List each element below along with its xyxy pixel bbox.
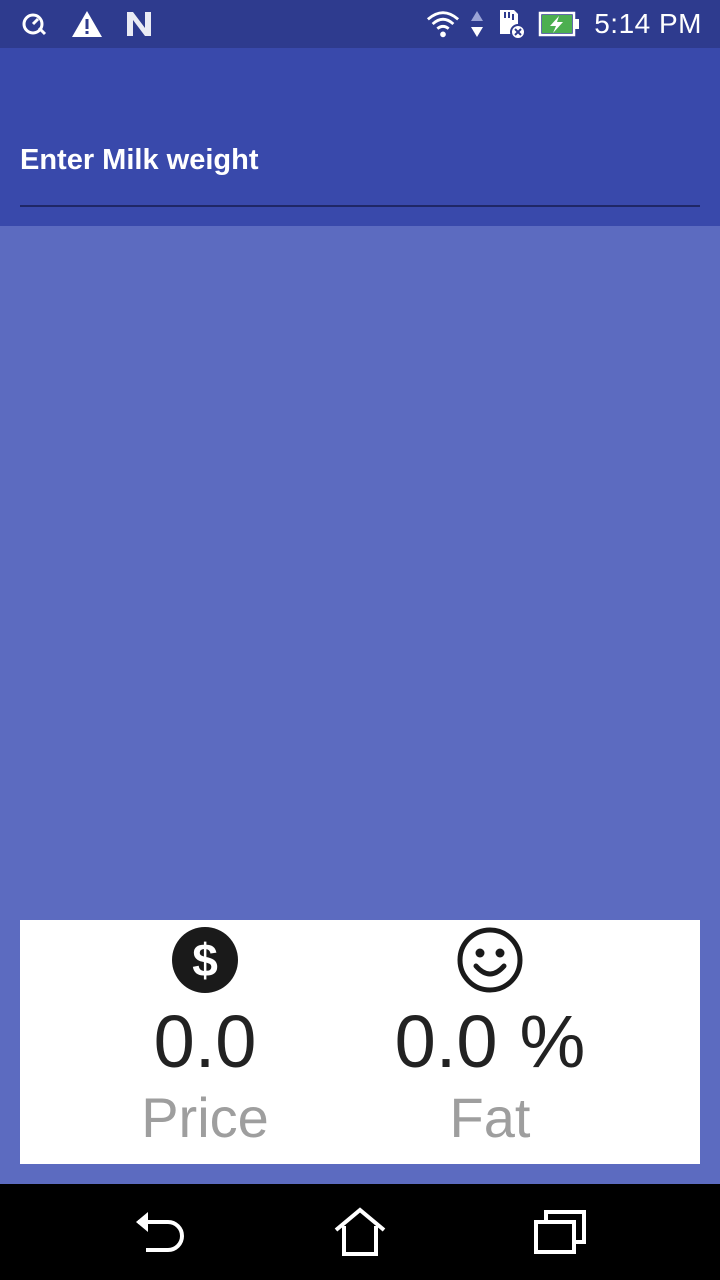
- recents-icon[interactable]: [532, 1206, 588, 1258]
- battery-charging-icon: [538, 7, 580, 41]
- back-icon[interactable]: [132, 1206, 188, 1258]
- app-header: Enter Milk weight: [0, 48, 720, 226]
- sd-card-icon: [494, 7, 528, 41]
- home-icon[interactable]: [332, 1206, 388, 1258]
- fat-section: 0.0 % Fat: [370, 920, 610, 1164]
- warning-icon: [70, 7, 104, 41]
- milk-weight-input[interactable]: Enter Milk weight: [20, 144, 700, 177]
- status-bar: 5:14 PM: [0, 0, 720, 48]
- wifi-icon: [426, 7, 460, 41]
- result-card: $ 0.0 Price 0.0 % Fat: [20, 920, 700, 1164]
- fat-label: Fat: [449, 1086, 531, 1149]
- data-arrows-icon: [470, 7, 484, 41]
- status-right: 5:14 PM: [426, 7, 702, 41]
- fat-value: 0.0: [394, 1000, 498, 1083]
- fat-unit: %: [519, 1000, 586, 1083]
- price-value: 0.0: [153, 1000, 257, 1083]
- price-section: $ 0.0 Price: [105, 920, 305, 1164]
- status-left: [18, 7, 156, 41]
- n-icon: [122, 7, 156, 41]
- svg-text:$: $: [192, 934, 218, 986]
- speedometer-icon: [18, 7, 52, 41]
- dollar-icon: $: [171, 926, 239, 994]
- status-time: 5:14 PM: [594, 8, 702, 39]
- input-underline: [20, 205, 700, 207]
- smiley-icon: [456, 926, 524, 994]
- fat-value-row: 0.0 %: [395, 994, 586, 1084]
- navigation-bar: [0, 1184, 720, 1280]
- price-label: Price: [141, 1086, 269, 1149]
